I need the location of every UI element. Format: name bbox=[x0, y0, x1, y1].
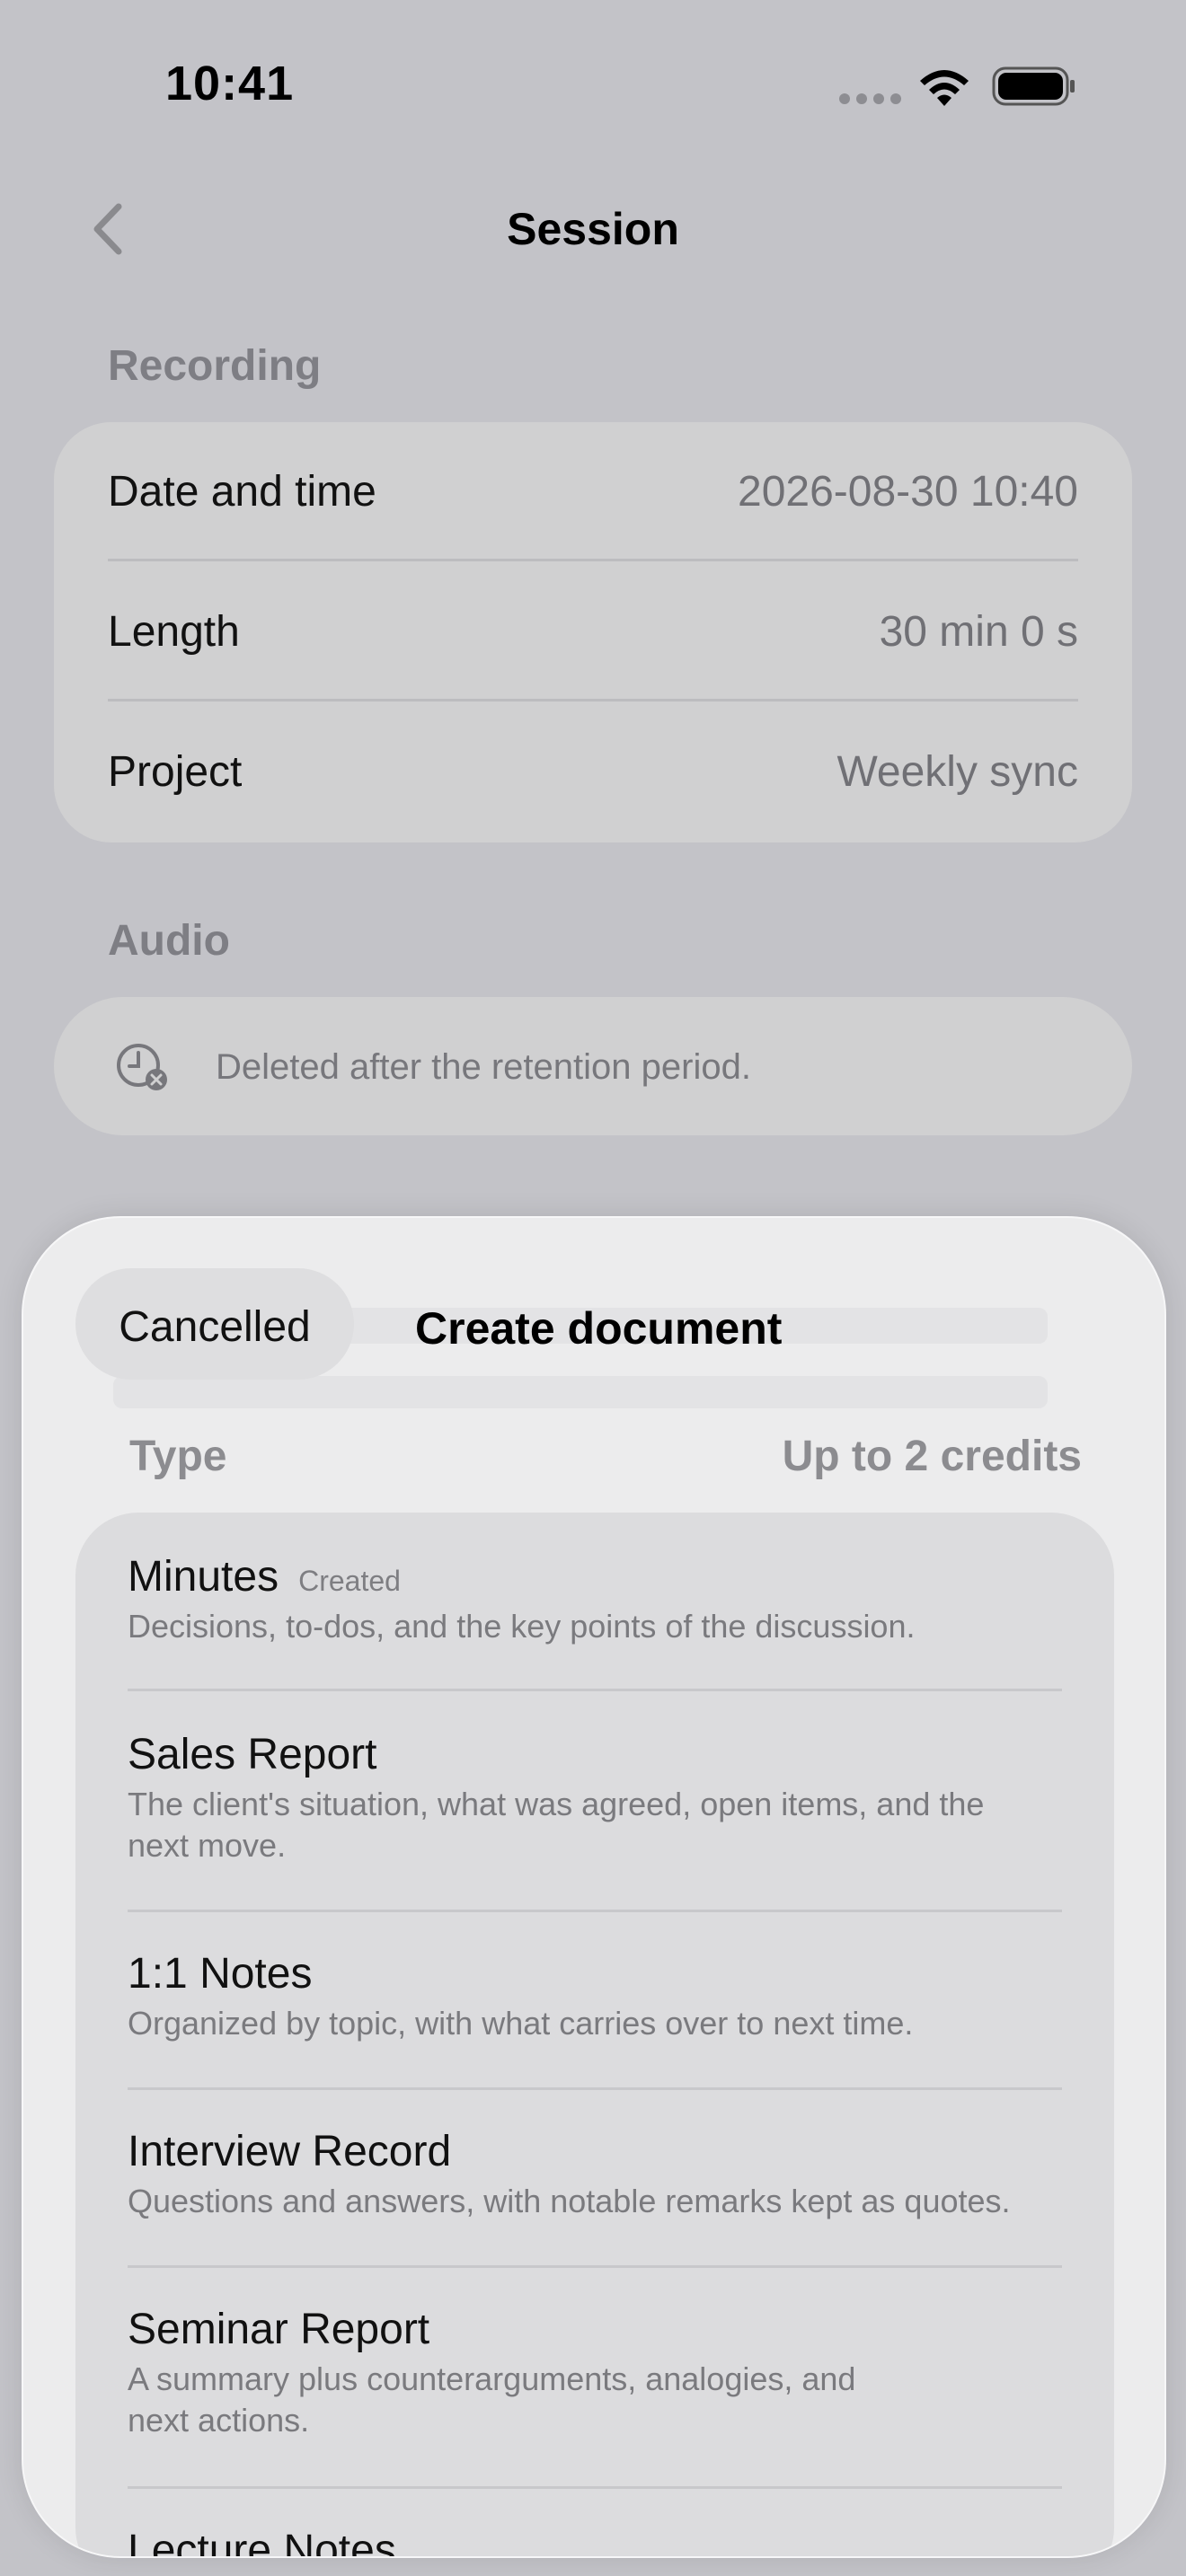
sheet-title: Create document bbox=[415, 1303, 783, 1354]
battery-icon bbox=[992, 66, 1075, 106]
status-bar: 10:41 bbox=[0, 0, 1186, 171]
date-time-value: 2026-08-30 10:40 bbox=[738, 468, 1078, 516]
divider bbox=[108, 699, 1078, 701]
item-description: The client's situation, what was agreed,… bbox=[128, 1786, 985, 1864]
length-value: 30 min 0 s bbox=[879, 608, 1078, 656]
list-item-sales-report[interactable]: Sales Report The client's situation, wha… bbox=[128, 1730, 1062, 1910]
divider bbox=[108, 559, 1078, 561]
divider bbox=[128, 2486, 1062, 2489]
list-item-interview-record[interactable]: Interview Record Questions and answers, … bbox=[128, 2127, 1062, 2262]
credits-label: Up to 2 credits bbox=[782, 1433, 1082, 1480]
item-name: Interview Record bbox=[128, 2128, 452, 2175]
audio-card: Deleted after the retention period. bbox=[54, 997, 1132, 1135]
list-item-minutes[interactable]: Minutes Created Decisions, to-dos, and th… bbox=[128, 1552, 1062, 1687]
length-row: Length 30 min 0 s bbox=[108, 562, 1078, 702]
status-time: 10:41 bbox=[165, 57, 295, 110]
divider bbox=[128, 2265, 1062, 2268]
divider bbox=[128, 2087, 1062, 2090]
list-item-lecture-notes[interactable]: Lecture Notes bbox=[128, 2526, 1062, 2558]
type-section-label: Type bbox=[129, 1433, 227, 1480]
item-description: Questions and answers, with notable rema… bbox=[128, 2183, 1011, 2219]
cellular-signal-icon bbox=[839, 93, 902, 106]
divider bbox=[128, 1910, 1062, 1912]
created-badge: Created bbox=[298, 1565, 401, 1597]
cancel-button-label: Cancelled bbox=[119, 1303, 311, 1351]
cancel-button[interactable]: Cancelled bbox=[75, 1268, 354, 1380]
background-content-blur bbox=[113, 1376, 1048, 1408]
item-name: 1:1 Notes bbox=[128, 1950, 313, 1998]
navigation-bar: Session bbox=[0, 180, 1186, 278]
recording-section-title: Recording bbox=[108, 342, 322, 390]
item-description: A summary plus counterarguments, analogi… bbox=[128, 2360, 856, 2439]
item-description: Decisions, to-dos, and the key points of… bbox=[128, 1608, 916, 1645]
page-title: Session bbox=[507, 204, 679, 254]
item-description: Organized by topic, with what carries ov… bbox=[128, 2005, 914, 2042]
project-value: Weekly sync bbox=[836, 748, 1078, 796]
list-item-seminar-report[interactable]: Seminar Report A summary plus counterarg… bbox=[128, 2305, 1062, 2484]
project-row[interactable]: Project Weekly sync bbox=[108, 702, 1078, 842]
divider bbox=[128, 1689, 1062, 1691]
length-label: Length bbox=[108, 608, 240, 656]
date-time-label: Date and time bbox=[108, 468, 376, 516]
item-name: Lecture Notes bbox=[128, 2527, 396, 2558]
item-name: Seminar Report bbox=[128, 2306, 430, 2353]
item-name: Sales Report bbox=[128, 1731, 377, 1778]
clock-delete-icon bbox=[117, 1044, 167, 1090]
audio-section-title: Audio bbox=[108, 917, 230, 965]
date-time-row: Date and time 2026-08-30 10:40 bbox=[108, 422, 1078, 562]
retention-notice: Deleted after the retention period. bbox=[216, 1047, 751, 1087]
list-item-1on1-notes[interactable]: 1:1 Notes Organized by topic, with what … bbox=[128, 1949, 1062, 2084]
document-type-list: Minutes Created Decisions, to-dos, and th… bbox=[75, 1513, 1114, 2558]
recording-card: Date and time 2026-08-30 10:40 Length 30… bbox=[54, 422, 1132, 842]
project-label: Project bbox=[108, 748, 243, 796]
create-document-sheet: Cancelled Create document Type Up to 2 c… bbox=[22, 1216, 1166, 2558]
wifi-icon bbox=[920, 70, 969, 106]
item-name: Minutes bbox=[128, 1553, 279, 1601]
